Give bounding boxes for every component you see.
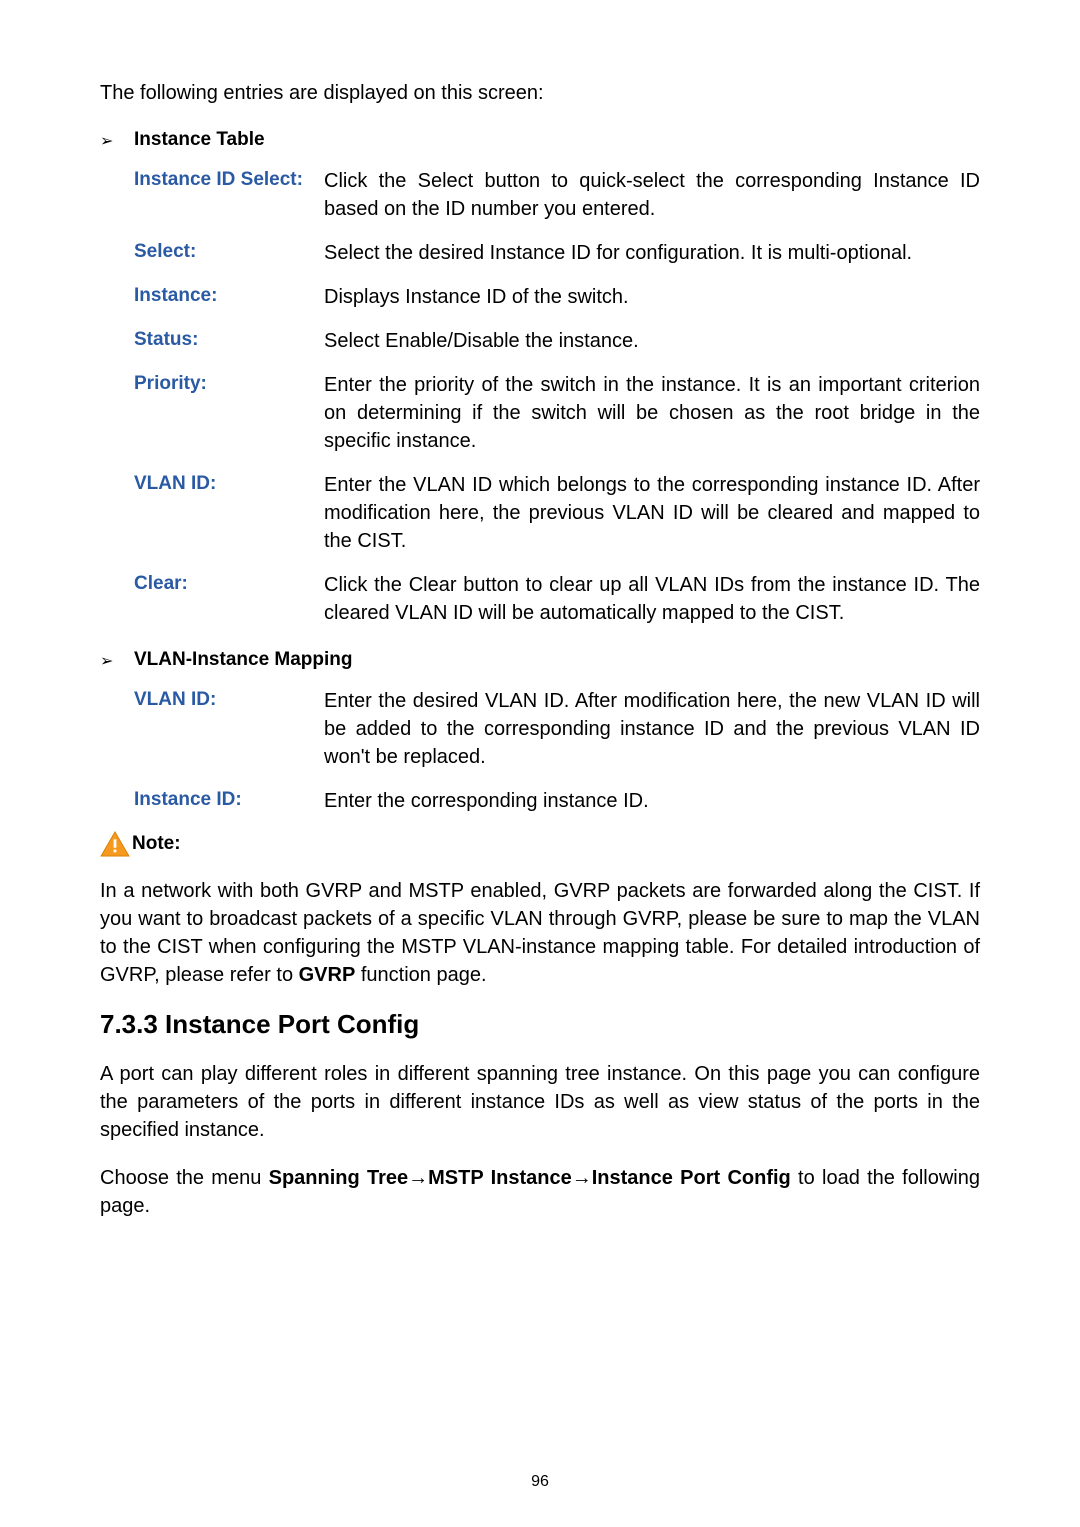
def-desc: Enter the corresponding instance ID. — [324, 787, 980, 815]
document-page: The following entries are displayed on t… — [0, 0, 1080, 1527]
def-term: Clear: — [134, 571, 324, 627]
def-desc: Enter the desired VLAN ID. After modific… — [324, 687, 980, 771]
vlan-instance-mapping-heading: VLAN-Instance Mapping — [134, 649, 353, 671]
instance-port-config-intro: A port can play different roles in diffe… — [100, 1060, 980, 1144]
note-body: In a network with both GVRP and MSTP ena… — [100, 877, 980, 989]
instance-table-heading: Instance Table — [134, 129, 265, 151]
def-term: VLAN ID: — [134, 687, 324, 771]
def-desc: Select the desired Instance ID for confi… — [324, 239, 980, 267]
intro-text: The following entries are displayed on t… — [100, 80, 980, 107]
vlan-instance-mapping-defs: VLAN ID: Enter the desired VLAN ID. Afte… — [134, 687, 980, 815]
def-row: VLAN ID: Enter the VLAN ID which belongs… — [134, 471, 980, 555]
def-term: VLAN ID: — [134, 471, 324, 555]
menu-path-pre: Choose the menu — [100, 1167, 269, 1189]
def-row: Status: Select Enable/Disable the instan… — [134, 327, 980, 355]
instance-table-heading-row: ➢ Instance Table — [100, 129, 980, 151]
def-desc: Enter the VLAN ID which belongs to the c… — [324, 471, 980, 555]
def-desc: Click the Select button to quick-select … — [324, 167, 980, 223]
def-term: Instance ID Select: — [134, 167, 324, 223]
def-row: Instance: Displays Instance ID of the sw… — [134, 283, 980, 311]
instance-port-config-heading: 7.3.3 Instance Port Config — [100, 1009, 980, 1040]
instance-table-defs: Instance ID Select: Click the Select but… — [134, 167, 980, 627]
def-term: Instance: — [134, 283, 324, 311]
note-body-post: function page. — [355, 964, 486, 986]
note-heading-row: Note: — [100, 831, 980, 857]
def-desc: Click the Clear button to clear up all V… — [324, 571, 980, 627]
note-body-pre: In a network with both GVRP and MSTP ena… — [100, 880, 980, 986]
note-body-bold: GVRP — [299, 964, 356, 986]
def-term: Status: — [134, 327, 324, 355]
def-desc: Enter the priority of the switch in the … — [324, 371, 980, 455]
def-row: Instance ID: Enter the corresponding ins… — [134, 787, 980, 815]
menu-path-bold: Spanning Tree→MSTP Instance→Instance Por… — [269, 1167, 791, 1189]
def-desc: Select Enable/Disable the instance. — [324, 327, 980, 355]
def-term: Select: — [134, 239, 324, 267]
page-number: 96 — [0, 1473, 1080, 1491]
def-row: Instance ID Select: Click the Select but… — [134, 167, 980, 223]
warning-icon — [100, 831, 130, 857]
def-desc: Displays Instance ID of the switch. — [324, 283, 980, 311]
vlan-instance-mapping-heading-row: ➢ VLAN-Instance Mapping — [100, 649, 980, 671]
def-row: Select: Select the desired Instance ID f… — [134, 239, 980, 267]
def-row: Priority: Enter the priority of the swit… — [134, 371, 980, 455]
note-label: Note: — [132, 833, 181, 855]
def-row: VLAN ID: Enter the desired VLAN ID. Afte… — [134, 687, 980, 771]
chevron-right-icon: ➢ — [100, 129, 134, 151]
def-term: Priority: — [134, 371, 324, 455]
instance-port-config-menu-path: Choose the menu Spanning Tree→MSTP Insta… — [100, 1164, 980, 1220]
chevron-right-icon: ➢ — [100, 649, 134, 671]
def-term: Instance ID: — [134, 787, 324, 815]
def-row: Clear: Click the Clear button to clear u… — [134, 571, 980, 627]
